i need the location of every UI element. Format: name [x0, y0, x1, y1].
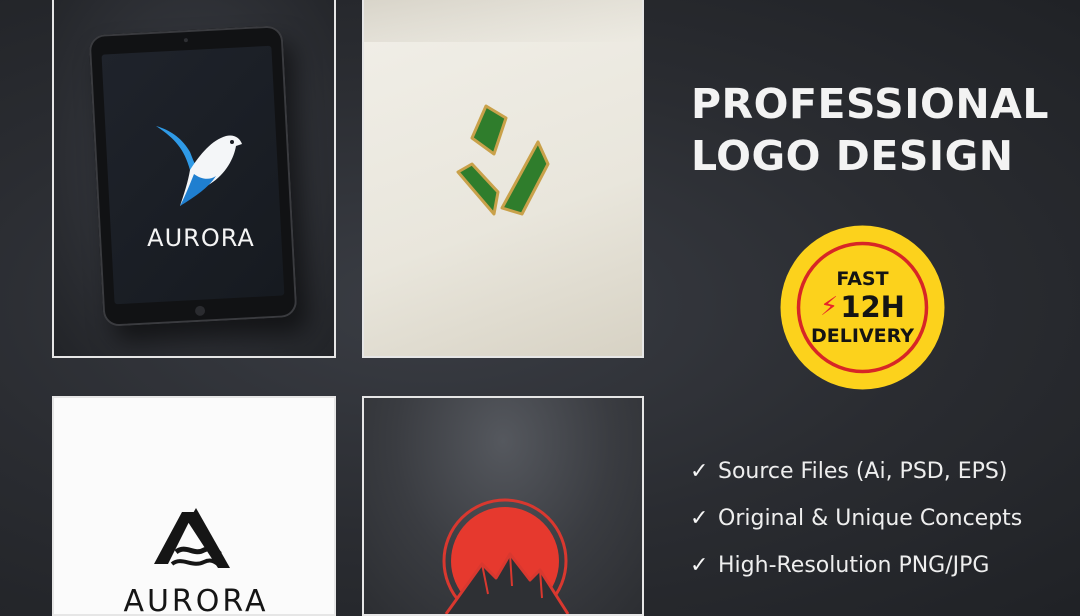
- feature-item: ✓ High-Resolution PNG/JPG: [690, 549, 1022, 596]
- feature-label: Source Files (Ai, PSD, EPS): [718, 459, 1008, 484]
- white-mockup-tile: AURORA: [52, 396, 336, 616]
- heading-line-1: PROFESSIONAL: [691, 80, 1049, 128]
- page-heading: PROFESSIONAL LOGO DESIGN: [691, 78, 1049, 182]
- check-icon: ✓: [690, 553, 709, 578]
- feature-item: ✓ Original & Unique Concepts: [690, 502, 1022, 549]
- badge-line-delivery: DELIVERY: [811, 324, 914, 347]
- feature-item: ✓ Source Files (Ai, PSD, EPS): [690, 455, 1022, 502]
- badge-line-fast: FAST: [836, 267, 889, 290]
- bird-logo-icon: [156, 126, 242, 206]
- mountain-sun-logo-icon: [442, 498, 570, 614]
- aurora-monogram-icon: [154, 508, 230, 568]
- paper-mockup-tile: [362, 0, 644, 358]
- lightning-icon: ⚡: [820, 291, 839, 322]
- paper-edge-shadow: [364, 0, 642, 42]
- badge-line-hours: 12H: [840, 289, 905, 324]
- feature-label: Original & Unique Concepts: [718, 506, 1023, 531]
- tablet-home-button: [194, 305, 206, 317]
- leaf-logo-icon: [456, 104, 550, 216]
- feature-list: ✓ Source Files (Ai, PSD, EPS) ✓ Original…: [690, 455, 1022, 596]
- tablet-mockup-tile: AURORA: [52, 0, 336, 358]
- white-brand-text: AURORA: [123, 584, 269, 616]
- feature-label: High-Resolution PNG/JPG: [718, 553, 990, 578]
- delivery-badge: FAST ⚡ 12H DELIVERY: [779, 224, 946, 391]
- check-icon: ✓: [690, 506, 709, 531]
- check-icon: ✓: [690, 459, 709, 484]
- tablet-brand-text: AURORA: [147, 224, 255, 252]
- heading-line-2: LOGO DESIGN: [691, 132, 1014, 180]
- tablet-camera: [183, 38, 188, 43]
- dark-mockup-tile: [362, 396, 644, 616]
